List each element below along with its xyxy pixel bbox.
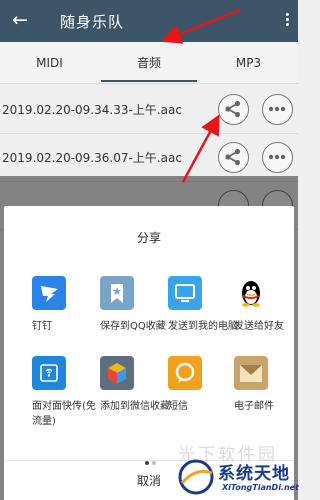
file-name: 2019.02.20-09.36.07-上午.aac [2,151,182,165]
share-icon [225,148,241,166]
file-name: 2019.02.20-09.34.33-上午.aac [2,103,182,117]
tab-audio[interactable]: 音频 [99,42,199,84]
more-options-button[interactable] [262,142,293,173]
share-target-label: 钉钉 [32,321,52,332]
share-target-label: 电子邮件 [234,401,274,412]
my-computer-icon [168,276,202,310]
file-row[interactable]: 2019.02.20-09.34.33-上午.aac [0,86,298,134]
back-arrow-icon[interactable]: ← [12,9,28,31]
active-tab-indicator [101,80,197,82]
watermark-subtext: XiTongTianDi.net [222,483,299,492]
more-dots-icon [268,106,286,112]
share-button[interactable] [218,142,249,173]
app-title: 随身乐队 [60,13,125,31]
qq-favorite-icon [100,276,134,310]
share-sheet-title: 分享 [136,231,161,245]
share-target-label: 发送到我的电脑 [168,321,238,332]
share-button[interactable] [218,94,249,125]
more-options-button[interactable] [262,94,293,125]
more-dots-icon [268,154,286,160]
email-icon [234,356,268,390]
face-to-face-transfer-icon [32,356,66,390]
watermark-text: 系统天地 [218,464,290,484]
share-target-label: 保存到QQ收藏 [100,321,166,332]
watermark: 光下软件园 系统天地 XiTongTianDi.net [170,445,299,500]
sms-icon [168,356,202,390]
app-bar: ← 随身乐队 [0,0,298,42]
tab-mp3[interactable]: MP3 [199,42,298,84]
share-target-label: 发送给好友 [234,321,284,332]
wechat-favorite-icon [100,356,134,390]
tab-bar: MIDI 音频 MP3 [0,42,298,84]
qq-penguin-icon [234,276,268,310]
file-row[interactable]: 2019.02.20-09.36.07-上午.aac [0,134,298,182]
dingtalk-icon [32,276,66,310]
share-target-label: 短信 [168,401,188,412]
tab-midi[interactable]: MIDI [0,42,99,84]
overflow-menu-icon[interactable] [280,11,294,29]
share-target-label: 面对面快传(免流量) [32,401,96,427]
share-target-label: 添加到微信收藏 [100,401,170,412]
watermark-logo [178,459,214,495]
share-icon [225,100,241,118]
